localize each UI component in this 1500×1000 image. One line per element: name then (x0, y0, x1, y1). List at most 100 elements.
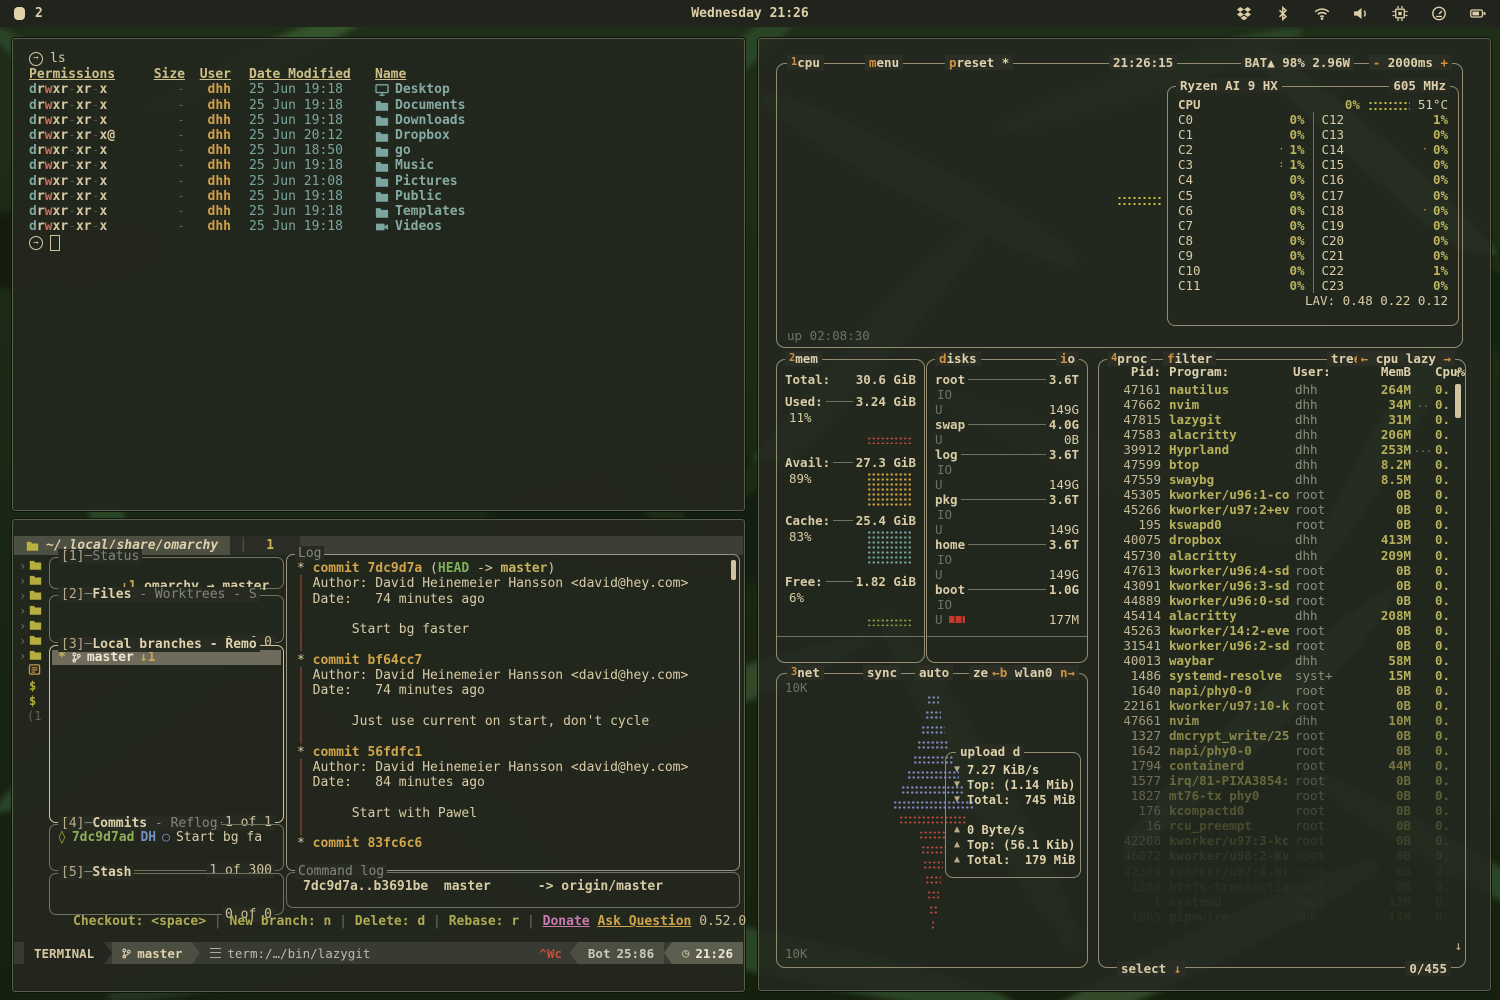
file-name[interactable]: Public (353, 189, 734, 204)
panel-branches[interactable]: [3]─Local branches - Remo * master ↓1 1 … (49, 645, 284, 823)
proc-row[interactable]: 1640napi/phy0-0root0B0.0 (1107, 683, 1449, 698)
file-row[interactable]: drwxr-xr-x@-dhh25 Jun 20:12Dropbox (29, 128, 734, 143)
proc-row[interactable]: 42208kworker/u97:3-kcroot0B0.0 (1107, 833, 1449, 848)
net-prev-arrow[interactable]: ← (992, 665, 1000, 680)
sidebar-item-folder[interactable]: › (19, 618, 47, 633)
proc-header-program[interactable]: Program: (1161, 364, 1293, 379)
proc-scrollbar[interactable] (1455, 384, 1461, 418)
preset-button[interactable]: preset * (945, 55, 1013, 70)
net-next-arrow[interactable]: → (1067, 665, 1075, 680)
file-row[interactable]: drwxr-xr-x-dhh25 Jun 19:18Public (29, 189, 734, 204)
file-name[interactable]: Pictures (353, 174, 734, 189)
proc-row[interactable]: 22161kworker/u97:10-kroot0B0.0 (1107, 698, 1449, 713)
proc-row[interactable]: 44889kworker/u96:0-sdroot0B0.0 (1107, 593, 1449, 608)
proc-row[interactable]: 46072kworker/u98:2-kvroot0B0.0 (1107, 848, 1449, 863)
proc-row[interactable]: 1327dmcrypt_write/25root0B0.0 (1107, 728, 1449, 743)
proc-row[interactable]: 45730alacrittydhh209M0.0 (1107, 548, 1449, 563)
scroll-down-arrow[interactable]: ↓ (1454, 938, 1462, 953)
proc-row[interactable]: 47583alacrittydhh206M0.0 (1107, 427, 1449, 442)
file-name[interactable]: Templates (353, 204, 734, 219)
sidebar-item-folder[interactable]: › (19, 633, 47, 648)
sidebar-item-folder[interactable]: › (19, 603, 47, 618)
terminal-window-ls[interactable]: → ls PermissionsSizeUserDate ModifiedNam… (12, 38, 745, 511)
proc-row[interactable]: 1systemdroot13M0.0 (1107, 894, 1449, 909)
proc-row[interactable]: 47161nautilusdhh264M0.0 (1107, 382, 1449, 397)
proc-row[interactable]: 40013waybardhh58M0.0 (1107, 653, 1449, 668)
proc-row[interactable]: 47599btopdhh8.2M0.0 (1107, 457, 1449, 472)
ask-question-link[interactable]: Ask Question (597, 914, 691, 929)
interval-plus-button[interactable]: + (1440, 55, 1448, 70)
proc-row[interactable]: 47661nvimdhh10M0.0 (1107, 713, 1449, 728)
file-row[interactable]: drwxr-xr-x-dhh25 Jun 19:18Music (29, 158, 734, 173)
volume-icon[interactable] (1353, 6, 1369, 21)
branch-row-master[interactable]: * master ↓1 (52, 650, 281, 665)
keybinding-r[interactable]: Rebase: r (449, 914, 519, 929)
proc-row[interactable]: 47815lazygitdhh31M0.0 (1107, 412, 1449, 427)
chip-icon[interactable] (1392, 6, 1408, 21)
file-name[interactable]: Dropbox (353, 128, 734, 143)
proc-header-pid[interactable]: Pid: (1107, 364, 1161, 379)
proc-row[interactable]: 1486systemd-resolvesyst+15M0.0 (1107, 668, 1449, 683)
net-interface-switcher[interactable]: ←b wlan0 n→ (988, 665, 1079, 680)
proc-row[interactable]: 45305kworker/u96:1-coroot0B0.0 (1107, 487, 1449, 502)
battery-icon[interactable] (1470, 6, 1486, 21)
proc-row[interactable]: 45414alacrittydhh208M0.0 (1107, 608, 1449, 623)
proc-row[interactable]: 40075dropboxdhh413M0.0 (1107, 532, 1449, 547)
proc-row[interactable]: 1380btrfs-transactioroot0B0.0 (1107, 879, 1449, 894)
panel-files[interactable]: [2]─Files - Worktrees - S 0 of 0 (49, 595, 284, 643)
file-row[interactable]: drwxr-xr-x-dhh25 Jun 19:18Videos (29, 219, 734, 234)
io-toggle[interactable]: io (1056, 351, 1079, 366)
proc-row[interactable]: 45266kworker/u97:2+evroot0B0.0 (1107, 502, 1449, 517)
file-name[interactable]: Documents (353, 98, 734, 113)
proc-row[interactable]: 1577irq/81-PIXA3854:root0B0.0 (1107, 773, 1449, 788)
terminal-cursor[interactable] (50, 235, 60, 251)
net-stats-title[interactable]: upload d (956, 744, 1024, 759)
disks-box-title[interactable]: disks (935, 351, 981, 366)
file-name[interactable]: go (353, 143, 734, 158)
keybinding-n[interactable]: New branch: n (230, 914, 332, 929)
proc-select-hint[interactable]: select ↓ (1117, 961, 1185, 976)
proc-row[interactable]: 1794containerdroot44M0.0 (1107, 758, 1449, 773)
file-row[interactable]: drwxr-xr-x-dhh25 Jun 18:50go (29, 143, 734, 158)
file-tree-sidebar[interactable]: ›››››››$$(1 (19, 558, 47, 911)
lazygit-window[interactable]: ~/.local/share/omarchy │ 1 ›››››››$$(1 [… (12, 519, 745, 992)
proc-header-memb[interactable]: MemB (1349, 364, 1411, 379)
proc-header-user[interactable]: User: (1293, 364, 1349, 379)
proc-row[interactable]: 43091kworker/u96:3-sdroot0B0.0 (1107, 578, 1449, 593)
proc-row[interactable]: 31541kworker/u96:2-sdroot0B0.0 (1107, 638, 1449, 653)
bluetooth-icon[interactable] (1275, 6, 1291, 21)
cpu-box-title[interactable]: 1cpu (787, 55, 824, 70)
wifi-icon[interactable] (1314, 6, 1330, 21)
proc-row[interactable]: 1642napi/phy0-0root0B0.0 (1107, 743, 1449, 758)
sidebar-item-folder[interactable]: › (19, 588, 47, 603)
file-row[interactable]: drwxr-xr-x-dhh25 Jun 19:18Desktop (29, 82, 734, 97)
interval-minus-button[interactable]: - (1373, 55, 1381, 70)
tab-1[interactable]: 1 (256, 536, 300, 555)
keybinding-d[interactable]: Delete: d (355, 914, 425, 929)
proc-row[interactable]: 16rcu_preemptroot0B0.0 (1107, 818, 1449, 833)
proc-row[interactable]: 47559swaybgdhh8.5M0.0 (1107, 472, 1449, 487)
net-sync-button[interactable]: sync (863, 665, 901, 680)
update-interval[interactable]: - 2000ms + (1369, 55, 1452, 70)
menu-button[interactable]: menu (865, 55, 903, 70)
panel-log[interactable]: Log * commit 7dc9d7a (HEAD -> master)│ A… (286, 554, 740, 871)
proc-row[interactable]: 195kswapd0root0B0.0 (1107, 517, 1449, 532)
file-name[interactable]: Desktop (353, 82, 734, 97)
proc-row[interactable]: 1827mt76-tx phy0root0B0.0 (1107, 788, 1449, 803)
proc-row[interactable]: 176kcompactd0root0B0.0 (1107, 803, 1449, 818)
scroll-up-arrow[interactable]: ↑ (1454, 365, 1462, 380)
statusline-branch[interactable]: master (112, 942, 192, 964)
statusline-file[interactable]: term:/…/bin/lazygit (200, 942, 380, 964)
net-auto-button[interactable]: auto (915, 665, 953, 680)
file-row[interactable]: drwxr-xr-x-dhh25 Jun 19:18Downloads (29, 113, 734, 128)
mem-box-title[interactable]: 2mem (785, 351, 822, 366)
panel-command-log[interactable]: Command log 7dc9d7a..b3691be master -> o… (286, 872, 740, 908)
keybinding-space[interactable]: Checkout: <space> (73, 914, 206, 929)
proc-row[interactable]: 47613kworker/u96:4-sdroot0B0.0 (1107, 563, 1449, 578)
donate-link[interactable]: Donate (543, 914, 590, 929)
panel-status[interactable]: [1]─Status ↓1 omarchy → master (49, 557, 284, 589)
proc-row[interactable]: 47662nvimdhh34M..0.0 (1107, 397, 1449, 412)
dropbox-icon[interactable] (1236, 6, 1252, 21)
proc-row[interactable]: 45263kworker/14:2-everoot0B0.0 (1107, 623, 1449, 638)
proc-row[interactable]: 42389kworker/u97:4-btroot0B0.0 (1107, 864, 1449, 879)
